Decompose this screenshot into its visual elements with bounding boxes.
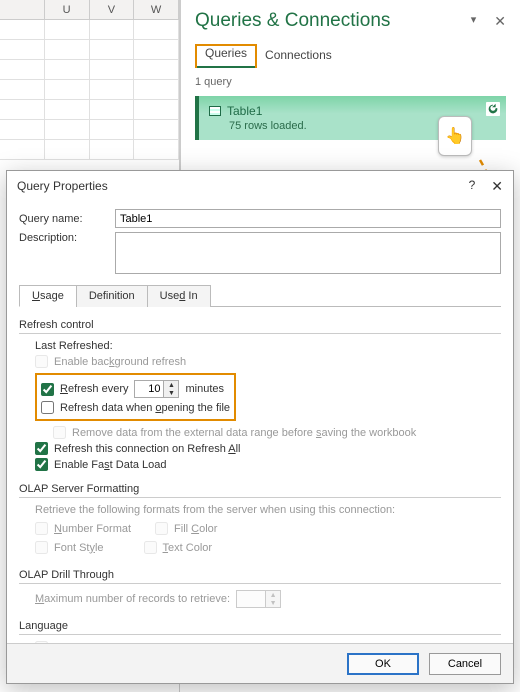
refresh-every-unit: minutes — [185, 383, 224, 395]
refresh-all-checkbox[interactable] — [35, 442, 48, 455]
query-name-input[interactable] — [115, 209, 501, 228]
grid-rows[interactable] — [0, 20, 179, 160]
office-language-checkbox — [35, 641, 48, 643]
refresh-every-checkbox[interactable] — [41, 383, 54, 396]
pane-menu-icon[interactable]: ▾ — [471, 13, 477, 30]
olap-hint: Retrieve the following formats from the … — [35, 504, 395, 516]
spin-up-icon[interactable]: ▲ — [164, 381, 178, 389]
language-title: Language — [19, 620, 68, 632]
enable-bg-refresh-checkbox — [35, 355, 48, 368]
refresh-all-label: Refresh this connection on Refresh All — [54, 443, 241, 455]
dialog-footer: OK Cancel — [7, 643, 513, 683]
remove-data-label: Remove data from the external data range… — [72, 427, 416, 439]
cancel-button[interactable]: Cancel — [429, 653, 501, 675]
dialog-titlebar[interactable]: Query Properties ? ✕ — [7, 171, 513, 201]
peek-button[interactable]: 👆 — [438, 116, 472, 156]
tab-connections[interactable]: Connections — [257, 44, 340, 68]
font-style-label: Font Style — [54, 542, 104, 554]
max-records-input — [237, 591, 265, 607]
tab-usage[interactable]: Usage — [19, 285, 77, 307]
text-color-checkbox — [144, 541, 157, 554]
column-headers: U V W — [0, 0, 179, 20]
spin-down-icon: ▼ — [266, 599, 280, 607]
query-properties-dialog: Query Properties ? ✕ Query name: Descrip… — [6, 170, 514, 684]
max-records-label: Maximum number of records to retrieve: — [35, 593, 230, 605]
fast-load-label: Enable Fast Data Load — [54, 459, 167, 471]
refresh-on-open-label: Refresh data when opening the file — [60, 402, 230, 414]
close-button[interactable]: ✕ — [491, 178, 503, 195]
col-header[interactable] — [0, 0, 45, 19]
description-input[interactable] — [115, 232, 501, 274]
last-refreshed-label: Last Refreshed: — [35, 340, 113, 352]
fill-color-checkbox — [155, 522, 168, 535]
query-name: Table1 — [227, 104, 262, 118]
hand-cursor-icon: 👆 — [445, 126, 465, 146]
tab-usage-label: sage — [40, 290, 64, 302]
number-format-checkbox — [35, 522, 48, 535]
table-icon — [209, 106, 221, 116]
olap-drill-title: OLAP Drill Through — [19, 569, 114, 581]
tab-used-in[interactable]: Used In — [147, 285, 211, 307]
dialog-tabs: Usage Definition Used In — [19, 284, 501, 307]
query-count: 1 query — [195, 76, 506, 88]
refresh-interval-spinner[interactable]: ▲▼ — [134, 380, 179, 398]
refresh-control-title: Refresh control — [19, 319, 94, 331]
dialog-title: Query Properties — [17, 179, 108, 193]
query-name-label: Query name: — [19, 213, 105, 225]
pane-title: Queries & Connections — [195, 10, 390, 32]
col-header[interactable]: W — [134, 0, 179, 19]
spin-down-icon[interactable]: ▼ — [164, 389, 178, 397]
enable-bg-refresh-label: Enable background refresh — [54, 356, 186, 368]
fill-color-label: Fill Color — [174, 523, 217, 535]
col-header[interactable]: U — [45, 0, 90, 19]
fast-load-checkbox[interactable] — [35, 458, 48, 471]
tab-queries[interactable]: Queries — [197, 42, 255, 68]
help-button[interactable]: ? — [469, 178, 476, 195]
description-label: Description: — [19, 232, 105, 244]
text-color-label: Text Color — [163, 542, 213, 554]
refresh-interval-input[interactable] — [135, 381, 163, 397]
queries-connections-pane: Queries & Connections ▾ ✕ Queries Connec… — [180, 0, 520, 170]
ok-button[interactable]: OK — [347, 653, 419, 675]
spin-up-icon: ▲ — [266, 591, 280, 599]
max-records-spinner: ▲▼ — [236, 590, 281, 608]
pane-close-icon[interactable]: ✕ — [494, 13, 506, 30]
refresh-icon[interactable] — [486, 102, 500, 116]
refresh-every-label: Refresh every — [60, 383, 128, 395]
olap-formatting-title: OLAP Server Formatting — [19, 483, 139, 495]
remove-data-checkbox — [53, 426, 66, 439]
refresh-on-open-checkbox[interactable] — [41, 401, 54, 414]
tab-definition[interactable]: Definition — [76, 285, 148, 307]
number-format-label: Number Format — [54, 523, 131, 535]
font-style-checkbox — [35, 541, 48, 554]
col-header[interactable]: V — [90, 0, 135, 19]
